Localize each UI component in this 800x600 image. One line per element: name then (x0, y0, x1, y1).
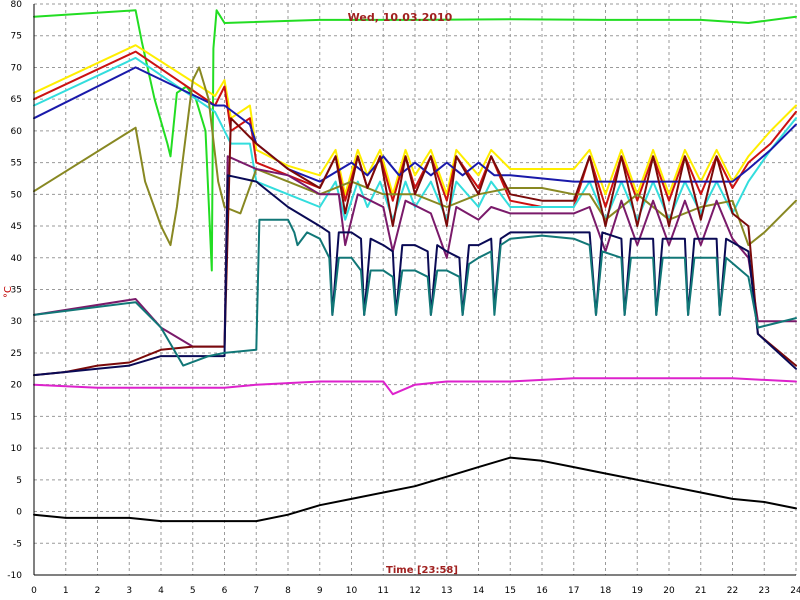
x-tick-label: 10 (346, 586, 358, 596)
chart-title: Wed, 10.03.2010 (348, 11, 453, 24)
y-tick-label: 20 (11, 381, 23, 391)
x-tick-label: 22 (727, 586, 738, 596)
y-tick-label: 80 (11, 0, 23, 10)
x-tick-label: 20 (663, 586, 675, 596)
x-tick-label: 3 (126, 586, 132, 596)
y-tick-label: 70 (11, 63, 23, 73)
x-tick-label: 16 (536, 586, 548, 596)
x-tick-label: 4 (158, 586, 164, 596)
x-tick-label: 24 (790, 586, 800, 596)
x-tick-label: 11 (378, 586, 389, 596)
y-tick-label: 30 (11, 317, 23, 327)
x-tick-label: 21 (695, 586, 706, 596)
x-tick-label: 6 (222, 586, 228, 596)
chart-background (0, 0, 800, 600)
x-tick-label: 12 (409, 586, 420, 596)
x-tick-label: 23 (759, 586, 770, 596)
x-tick-label: 9 (317, 586, 323, 596)
y-tick-label: 15 (11, 412, 22, 422)
y-tick-label: 50 (11, 190, 23, 200)
x-tick-label: 15 (505, 586, 516, 596)
x-tick-label: 14 (473, 586, 485, 596)
y-tick-label: 60 (11, 127, 23, 137)
y-tick-label: 55 (11, 159, 22, 169)
x-axis-label: Time [23:58] (386, 565, 458, 576)
y-tick-label: 75 (11, 32, 22, 42)
x-tick-label: 1 (63, 586, 69, 596)
x-tick-label: 5 (190, 586, 196, 596)
y-tick-label: 40 (11, 254, 23, 264)
y-axis-label: °C (3, 286, 14, 298)
y-tick-label: 5 (16, 476, 22, 486)
x-tick-label: 7 (253, 586, 259, 596)
y-tick-label: -10 (7, 571, 22, 581)
y-tick-label: 0 (16, 508, 22, 518)
temperature-chart: 0 1 2 3 4 5 6 7 8 9 10 11 12 13 14 15 16 17 18 19 20 21 22 23 24… (0, 0, 800, 600)
y-tick-label: 45 (11, 222, 22, 232)
x-tick-label: 13 (441, 586, 452, 596)
x-tick-label: 2 (95, 586, 101, 596)
x-tick-label: 0 (31, 586, 37, 596)
y-tick-label: 25 (11, 349, 22, 359)
y-tick-label: -5 (13, 539, 22, 549)
y-tick-label: 10 (11, 444, 23, 454)
x-tick-label: 17 (568, 586, 579, 596)
x-tick-label: 19 (632, 586, 644, 596)
y-tick-label: 65 (11, 95, 22, 105)
x-tick-label: 18 (600, 586, 612, 596)
x-tick-label: 8 (285, 586, 291, 596)
